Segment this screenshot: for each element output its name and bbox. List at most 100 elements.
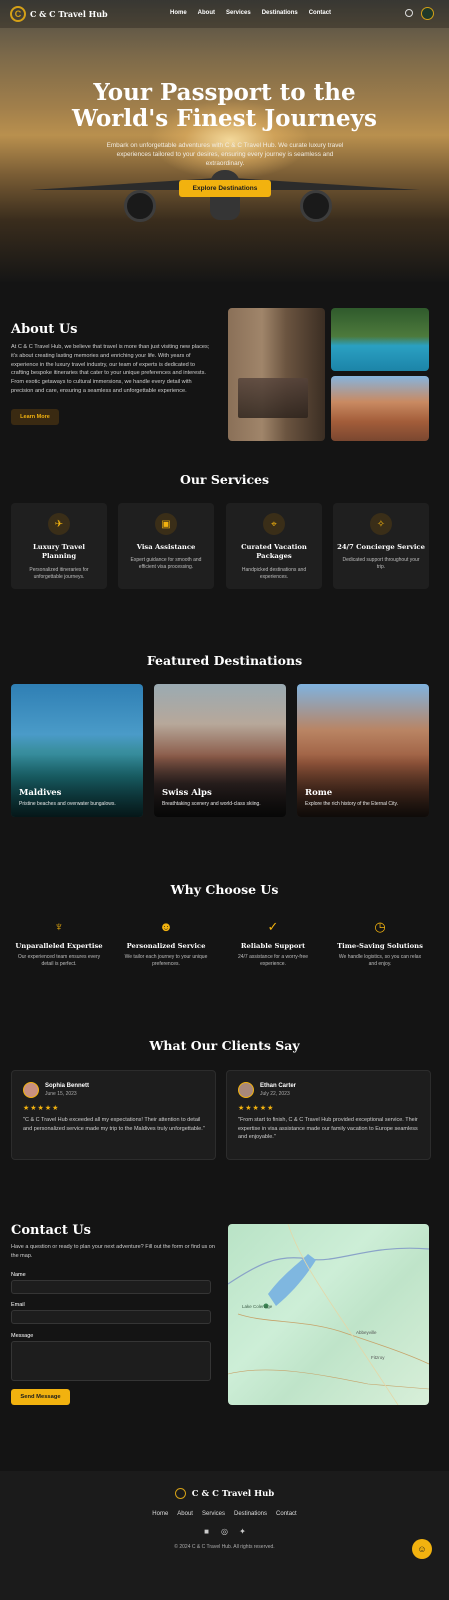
destination-card-swiss-alps[interactable]: Swiss Alps Breathtaking scenery and worl… xyxy=(154,684,286,817)
why-item-desc: Our experienced team ensures every detai… xyxy=(17,954,101,967)
about-title: About Us xyxy=(11,322,78,337)
message-label: Message xyxy=(11,1333,34,1339)
why-item: ♆ Unparalleled Expertise Our experienced… xyxy=(9,918,109,968)
brand-logo[interactable]: C C & C Travel Hub xyxy=(10,6,108,22)
avatar xyxy=(23,1082,39,1098)
message-textarea[interactable] xyxy=(11,1341,211,1381)
compass-logo-icon: C xyxy=(10,6,26,22)
learn-more-button[interactable]: Learn More xyxy=(11,409,59,425)
testimonial-name: Ethan Carter xyxy=(260,1083,297,1089)
hero-section: Your Passport to the World's Finest Jour… xyxy=(0,0,449,282)
destination-name: Rome xyxy=(305,788,333,798)
nav-link-about[interactable]: About xyxy=(198,10,215,16)
language-globe-icon[interactable] xyxy=(405,9,413,17)
avatar xyxy=(238,1082,254,1098)
email-field[interactable] xyxy=(11,1310,211,1324)
testimonials-title: What Our Clients Say xyxy=(149,1038,300,1053)
testimonial-date: July 22, 2023 xyxy=(260,1091,290,1097)
why-item-desc: 24/7 assistance for a worry-free experie… xyxy=(237,954,309,967)
why-item-title: Time-Saving Solutions xyxy=(337,942,423,950)
why-item-desc: We handle logistics, so you can relax an… xyxy=(338,954,422,967)
twitter-icon[interactable]: ✦ xyxy=(238,1527,247,1536)
nav-link-home[interactable]: Home xyxy=(170,10,187,16)
shield-check-icon: ✓ xyxy=(267,919,279,934)
service-card: ✧ 24/7 Concierge Service Dedicated suppo… xyxy=(333,503,429,589)
map-terrain xyxy=(228,1224,429,1405)
contact-title: Contact Us xyxy=(11,1223,91,1238)
footer-links: Home About Services Destinations Contact xyxy=(0,1511,449,1517)
nav-links: Home About Services Destinations Contact xyxy=(170,10,331,16)
testimonial-date: June 15, 2023 xyxy=(45,1091,77,1097)
clock-icon: ◷ xyxy=(374,919,386,934)
service-card: ⌖ Curated Vacation Packages Handpicked d… xyxy=(226,503,322,589)
copyright: © 2024 C & C Travel Hub. All rights rese… xyxy=(174,1544,275,1550)
service-title: Curated Vacation Packages xyxy=(241,543,307,560)
map-label: Fitzroy xyxy=(371,1355,385,1360)
location-map[interactable]: Lake Coleridge Abbeyville Fitzroy xyxy=(228,1224,429,1405)
service-title: Visa Assistance xyxy=(136,543,196,551)
resort-pool-image xyxy=(331,308,429,371)
testimonial-card: Sophia Bennett June 15, 2023 ★★★★★ "C & … xyxy=(11,1070,216,1160)
airplane-engine-right xyxy=(300,190,332,222)
send-message-button[interactable]: Send Message xyxy=(11,1389,70,1405)
destination-desc: Explore the rich history of the Eternal … xyxy=(305,801,399,807)
service-card: ✈ Luxury Travel Planning Personalized it… xyxy=(11,503,107,589)
destination-card-rome[interactable]: Rome Explore the rich history of the Ete… xyxy=(297,684,429,817)
card-overlay xyxy=(11,754,143,817)
airplane-icon: ✈ xyxy=(48,513,70,535)
service-title: 24/7 Concierge Service xyxy=(337,543,425,551)
nav-link-contact[interactable]: Contact xyxy=(309,10,331,16)
destination-name: Maldives xyxy=(19,788,62,798)
concierge-icon: ✧ xyxy=(370,513,392,535)
service-desc: Dedicated support throughout your trip. xyxy=(342,557,420,570)
facebook-icon[interactable]: ■ xyxy=(202,1527,211,1536)
award-icon: ♆ xyxy=(54,919,64,934)
nav-link-destinations[interactable]: Destinations xyxy=(262,10,298,16)
service-title: Luxury Travel Planning xyxy=(32,543,85,560)
instagram-icon[interactable]: ◎ xyxy=(220,1527,229,1536)
name-field[interactable] xyxy=(11,1280,211,1294)
map-label: Abbeyville xyxy=(356,1330,377,1335)
top-nav: C C & C Travel Hub Home About Services D… xyxy=(0,0,449,28)
footer-link-destinations[interactable]: Destinations xyxy=(234,1511,267,1517)
nav-link-services[interactable]: Services xyxy=(226,10,251,16)
testimonial-text: "From start to finish, C & C Travel Hub … xyxy=(238,1117,418,1140)
user-avatar-button[interactable] xyxy=(421,7,434,20)
testimonial-name: Sophia Bennett xyxy=(45,1083,90,1089)
card-overlay xyxy=(297,754,429,817)
service-desc: Expert guidance for smooth and efficient… xyxy=(130,557,202,570)
testimonial-text: "C & C Travel Hub exceeded all my expect… xyxy=(23,1117,205,1132)
destinations-title: Featured Destinations xyxy=(146,653,303,668)
compass-logo-icon xyxy=(174,1488,186,1499)
footer-link-home[interactable]: Home xyxy=(152,1511,168,1517)
passport-icon: ▣ xyxy=(155,513,177,535)
footer-link-contact[interactable]: Contact xyxy=(276,1511,297,1517)
hero-subtitle: Embark on unforgettable adventures with … xyxy=(106,142,344,167)
chat-button[interactable]: ☺ xyxy=(412,1539,432,1559)
map-label: Lake Coleridge xyxy=(242,1304,273,1309)
destination-desc: Pristine beaches and overwater bungalows… xyxy=(19,801,116,807)
footer-logo[interactable]: C & C Travel Hub xyxy=(0,1488,449,1499)
destination-name: Swiss Alps xyxy=(162,788,212,798)
destination-card-maldives[interactable]: Maldives Pristine beaches and overwater … xyxy=(11,684,143,817)
why-item-title: Reliable Support xyxy=(240,942,306,950)
hotel-lobby-image xyxy=(228,308,325,441)
footer-brand: C & C Travel Hub xyxy=(191,1488,275,1499)
service-card: ▣ Visa Assistance Expert guidance for sm… xyxy=(118,503,214,589)
name-label: Name xyxy=(11,1272,26,1278)
testimonial-card: Ethan Carter July 22, 2023 ★★★★★ "From s… xyxy=(226,1070,431,1160)
why-item-title: Unparalleled Expertise xyxy=(15,942,103,950)
about-text: At C & C Travel Hub, we believe that tra… xyxy=(11,344,210,394)
why-title: Why Choose Us xyxy=(170,882,279,897)
users-icon: ☻ xyxy=(159,919,173,934)
footer: C & C Travel Hub Home About Services Des… xyxy=(0,1471,449,1600)
star-rating-icon: ★★★★★ xyxy=(23,1105,60,1112)
footer-link-about[interactable]: About xyxy=(177,1511,193,1517)
european-street-image xyxy=(331,376,429,441)
footer-link-services[interactable]: Services xyxy=(202,1511,225,1517)
service-desc: Personalized itineraries for unforgettab… xyxy=(29,567,89,580)
social-links: ■ ◎ ✦ xyxy=(0,1527,449,1536)
explore-destinations-button[interactable]: Explore Destinations xyxy=(179,180,271,197)
card-overlay xyxy=(154,754,286,817)
destination-desc: Breathtaking scenery and world-class ski… xyxy=(162,801,261,807)
